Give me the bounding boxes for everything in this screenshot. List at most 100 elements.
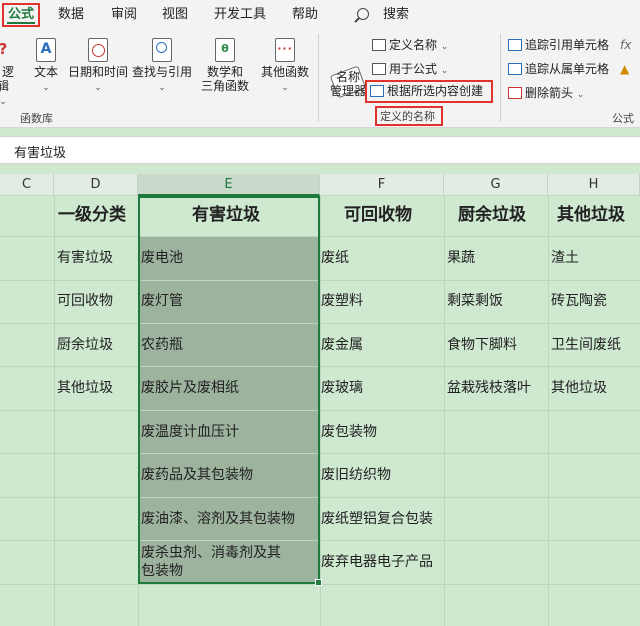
more-icon: ··· [275, 38, 295, 62]
column-header-e[interactable]: E [138, 174, 320, 196]
trace-dependents-button[interactable]: 追踪从属单元格 [508, 60, 609, 78]
cell-e[interactable]: 废杀虫剂、消毒剂及其 包装物 [141, 544, 281, 580]
text-a-icon: A [36, 38, 56, 62]
tab-review[interactable]: 审阅 [111, 6, 137, 24]
tab-developer[interactable]: 开发工具 [214, 6, 266, 24]
column-header-f[interactable]: F [320, 174, 444, 196]
name-manager-button[interactable]: 名称 管理器 [328, 70, 368, 98]
theta-icon: θ [215, 38, 235, 62]
cell-e[interactable]: 废药品及其包装物 [141, 466, 253, 484]
trace-precedents-label: 追踪引用单元格 [525, 38, 610, 52]
cell-g-header[interactable]: 厨余垃圾 [458, 206, 526, 224]
grid-line [0, 280, 640, 281]
error-checking-icon[interactable]: ▲ [620, 60, 629, 78]
cell-h[interactable]: 其他垃圾 [551, 379, 607, 397]
define-name-button[interactable]: 定义名称 ⌄ [372, 36, 448, 54]
grid-line [0, 497, 640, 498]
grid-line [0, 453, 640, 454]
grid-selection-icon [370, 85, 384, 97]
grid-line [0, 410, 640, 411]
cell-g[interactable]: 果蔬 [447, 249, 475, 267]
column-header-d[interactable]: D [54, 174, 138, 196]
trace-dependents-label: 追踪从属单元格 [525, 62, 610, 76]
grid-line [0, 236, 640, 237]
cell-d[interactable]: 有害垃圾 [57, 249, 113, 267]
use-in-formula-label: 用于公式 [389, 62, 438, 76]
grid-line [54, 196, 55, 626]
cell-e[interactable]: 废油漆、溶剂及其包装物 [141, 510, 295, 528]
group-divider [500, 34, 501, 122]
grid-line [0, 540, 640, 541]
cell-g[interactable]: 盆栽残枝落叶 [447, 379, 531, 397]
search-icon[interactable] [357, 8, 369, 20]
formula-auditing-group-label: 公式 [612, 112, 634, 125]
ribbon-tab-bar: 公式 数据 审阅 视图 开发工具 帮助 搜索 [0, 0, 640, 30]
magnifier-icon [152, 38, 172, 62]
cell-e-header[interactable]: 有害垃圾 [192, 206, 260, 224]
function-library-group-label: 函数库 [20, 112, 53, 125]
remove-arrows-button[interactable]: 删除箭头 ⌄ [508, 84, 584, 102]
lookup-reference-button[interactable]: 查找与引用 ⌄ [130, 38, 194, 95]
more-functions-label: 其他函数 [260, 65, 309, 79]
math-trig-button[interactable]: θ 数学和 三角函数 [195, 38, 255, 93]
cell-f[interactable]: 废金属 [321, 336, 363, 354]
cell-f[interactable]: 废旧纺织物 [321, 466, 391, 484]
remove-arrows-label: 删除箭头 [525, 86, 574, 100]
cell-d-header[interactable]: 一级分类 [58, 206, 126, 224]
cell-f[interactable]: 废纸 [321, 249, 349, 267]
cell-e[interactable]: 废温度计血压计 [141, 423, 239, 441]
show-formulas-icon[interactable]: fx [620, 36, 631, 54]
grid-line [0, 366, 640, 367]
formula-icon [372, 63, 386, 75]
use-in-formula-button[interactable]: 用于公式 ⌄ [372, 60, 448, 78]
tab-help[interactable]: 帮助 [292, 6, 318, 24]
remove-arrows-icon [508, 87, 522, 99]
cell-d[interactable]: 厨余垃圾 [57, 336, 113, 354]
defined-names-group-label: 定义的名称 [380, 110, 435, 123]
define-name-label: 定义名称 [389, 38, 438, 52]
cell-h[interactable]: 渣土 [551, 249, 579, 267]
tab-data[interactable]: 数据 [58, 6, 84, 24]
tab-view[interactable]: 视图 [162, 6, 188, 24]
cell-f[interactable]: 废纸塑铝复合包装 [321, 510, 433, 528]
logical-button[interactable]: ? 逻辑⌄ [0, 38, 18, 109]
cell-f[interactable]: 废包装物 [321, 423, 377, 441]
tag-icon [372, 39, 386, 51]
math-trig-label: 数学和 三角函数 [200, 65, 249, 93]
text-button[interactable]: A 文本 ⌄ [30, 38, 62, 95]
column-header-c[interactable]: C [0, 174, 54, 196]
cell-d[interactable]: 可回收物 [57, 292, 113, 310]
logical-label: 逻辑 [0, 65, 14, 93]
cell-h-header[interactable]: 其他垃圾 [557, 206, 625, 224]
formula-bar[interactable]: 有害垃圾 [0, 136, 640, 164]
cell-h[interactable]: 卫生间废纸 [551, 336, 621, 354]
create-from-selection-button[interactable]: 根据所选内容创建 [370, 82, 483, 100]
ribbon: ? 逻辑⌄ A 文本⌄ 日期和时间⌄ 查找与引用⌄ θ 数学和 三角函数 ···… [0, 30, 640, 128]
cell-g[interactable]: 食物下脚料 [447, 336, 517, 354]
cell-e[interactable]: 废电池 [141, 249, 183, 267]
date-time-button[interactable]: 日期和时间 ⌄ [66, 38, 130, 95]
fill-handle[interactable] [315, 579, 322, 586]
cell-g[interactable]: 剩菜剩饭 [447, 292, 503, 310]
cell-d[interactable]: 其他垃圾 [57, 379, 113, 397]
cell-f[interactable]: 废玻璃 [321, 379, 363, 397]
column-header-g[interactable]: G [444, 174, 548, 196]
cell-h[interactable]: 砖瓦陶瓷 [551, 292, 607, 310]
cell-e[interactable]: 废灯管 [141, 292, 183, 310]
clock-icon [88, 38, 108, 62]
text-label: 文本 [33, 65, 58, 79]
trace-dependents-icon [508, 63, 522, 75]
date-time-label: 日期和时间 [67, 65, 128, 79]
tab-formulas[interactable]: 公式 [2, 3, 41, 27]
create-from-selection-label: 根据所选内容创建 [387, 84, 484, 98]
cell-e[interactable]: 废胶片及废相纸 [141, 379, 239, 397]
search-box[interactable]: 搜索 [383, 6, 409, 24]
cell-e[interactable]: 农药瓶 [141, 336, 183, 354]
formula-bar-value: 有害垃圾 [14, 146, 67, 161]
more-functions-button[interactable]: ··· 其他函数 ⌄ [258, 38, 312, 95]
cell-f-header[interactable]: 可回收物 [344, 206, 412, 224]
cell-f[interactable]: 废塑料 [321, 292, 363, 310]
cell-f[interactable]: 废弃电器电子产品 [321, 553, 433, 571]
trace-precedents-button[interactable]: 追踪引用单元格 [508, 36, 609, 54]
column-header-h[interactable]: H [548, 174, 640, 196]
